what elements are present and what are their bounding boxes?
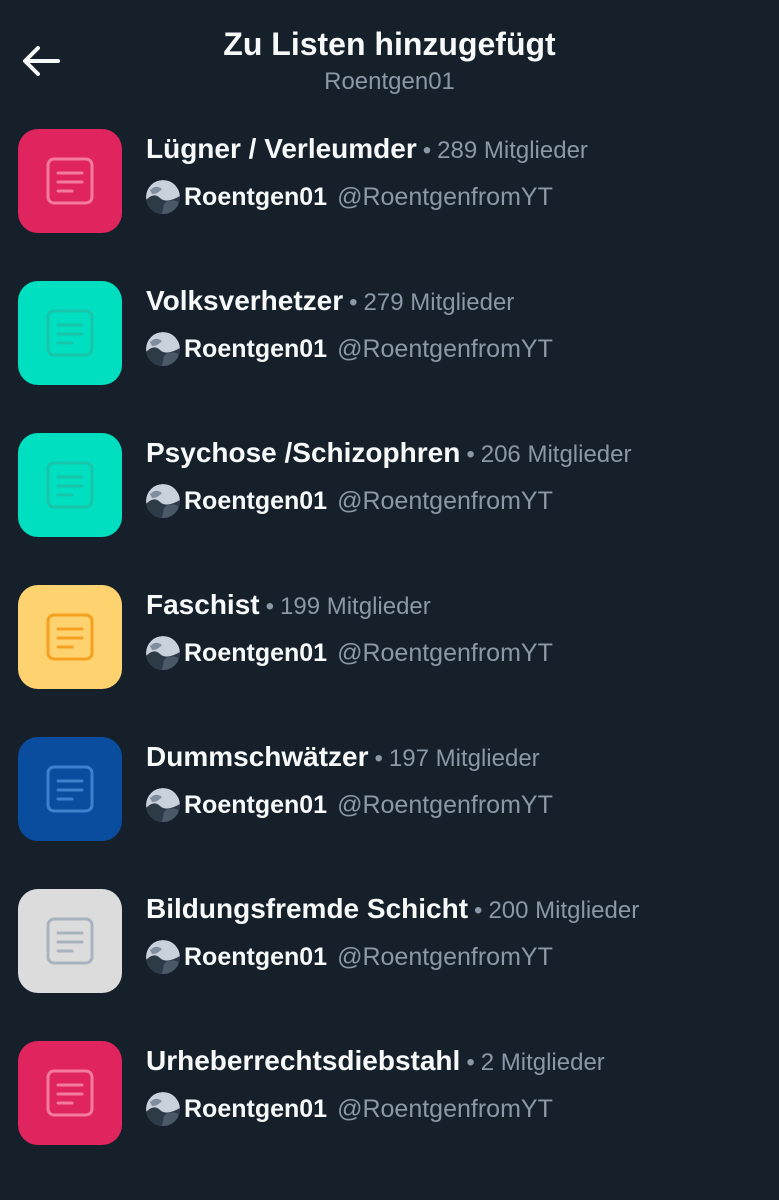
separator-dot: •	[265, 593, 275, 620]
owner-name: Roentgen01	[184, 942, 328, 971]
avatar	[146, 940, 180, 974]
list-item[interactable]: Urheberrechtsdiebstahl • 2 Mitglieder Roen…	[0, 1041, 779, 1193]
list-document-icon	[46, 461, 94, 509]
avatar	[146, 484, 180, 518]
list-name: Bildungsfremde Schicht	[146, 893, 469, 924]
list-item[interactable]: Bildungsfremde Schicht • 200 Mitglieder Ro…	[0, 889, 779, 1041]
avatar-image	[146, 180, 180, 214]
owner-name: Roentgen01	[184, 790, 328, 819]
owner-name: Roentgen01	[184, 638, 328, 667]
list-name: Lügner / Verleumder	[146, 133, 417, 164]
avatar-image	[146, 636, 180, 670]
avatar	[146, 332, 180, 366]
owner-handle: @RoentgenfromYT	[337, 638, 553, 667]
list-item[interactable]: Psychose /Schizophren • 206 Mitglieder Roe…	[0, 433, 779, 585]
separator-dot: •	[466, 1049, 475, 1076]
avatar-image	[146, 940, 180, 974]
list-name: Volksverhetzer	[146, 285, 344, 316]
list-document-icon	[46, 765, 94, 813]
separator-dot: •	[422, 137, 432, 164]
avatar-image	[146, 484, 180, 518]
member-count: 197 Mitglieder	[388, 745, 540, 772]
list-item[interactable]: Dummschwätzer • 197 Mitglieder Roentgen01 …	[0, 737, 779, 889]
list-item[interactable]: Lügner / Verleumder • 289 Mitglieder Roent…	[0, 129, 779, 281]
owner-name: Roentgen01	[184, 334, 328, 363]
list-document-icon	[46, 309, 94, 357]
page-subtitle: Roentgen01	[324, 68, 455, 95]
owner-handle: @RoentgenfromYT	[337, 1094, 553, 1123]
owner-name: Roentgen01	[184, 1094, 328, 1123]
list-document-icon	[46, 917, 94, 965]
list-name: Faschist	[146, 589, 260, 620]
list-name: Urheberrechtsdiebstahl	[146, 1045, 461, 1076]
list-item[interactable]: Faschist • 199 Mitglieder Roentgen01 @Roen…	[0, 585, 779, 737]
list-document-icon	[46, 157, 94, 205]
owner-handle: @RoentgenfromYT	[337, 486, 553, 515]
avatar	[146, 1092, 180, 1126]
list-name: Dummschwätzer	[146, 741, 369, 772]
avatar	[146, 636, 180, 670]
owner-handle: @RoentgenfromYT	[337, 942, 553, 971]
list-tile	[18, 281, 122, 385]
avatar-image	[146, 332, 180, 366]
list-name: Psychose /Schizophren	[146, 437, 461, 468]
list-item[interactable]: Volksverhetzer • 279 Mitglieder Roentgen01…	[0, 281, 779, 433]
list-document-icon	[46, 613, 94, 661]
separator-dot: •	[374, 745, 383, 772]
avatar-image	[146, 788, 180, 822]
list-tile	[18, 889, 122, 993]
page-title: Zu Listen hinzugefügt	[223, 26, 556, 62]
member-count: 206 Mitglieder	[480, 441, 632, 468]
list-tile	[18, 433, 122, 537]
owner-name: Roentgen01	[184, 182, 328, 211]
list-tile	[18, 585, 122, 689]
owner-handle: @RoentgenfromYT	[337, 334, 553, 363]
lists-container: Lügner / Verleumder • 289 Mitglieder Roent…	[0, 129, 779, 1193]
avatar	[146, 180, 180, 214]
owner-handle: @RoentgenfromYT	[337, 182, 553, 211]
list-tile	[18, 129, 122, 233]
member-count: 289 Mitglieder	[437, 137, 588, 164]
avatar-image	[146, 1092, 180, 1126]
owner-handle: @RoentgenfromYT	[337, 790, 553, 819]
list-tile	[18, 737, 122, 841]
member-count: 199 Mitglieder	[280, 593, 431, 620]
member-count: 200 Mitglieder	[488, 897, 640, 924]
avatar	[146, 788, 180, 822]
separator-dot: •	[466, 441, 475, 468]
separator-dot: •	[349, 289, 358, 316]
list-tile	[18, 1041, 122, 1145]
top-bar: Zu Listen hinzugefügt Roentgen01	[0, 0, 779, 120]
member-count: 2 Mitglieder	[480, 1049, 605, 1076]
separator-dot: •	[474, 897, 483, 924]
member-count: 279 Mitglieder	[363, 289, 515, 316]
owner-name: Roentgen01	[184, 486, 328, 515]
list-document-icon	[46, 1069, 94, 1117]
